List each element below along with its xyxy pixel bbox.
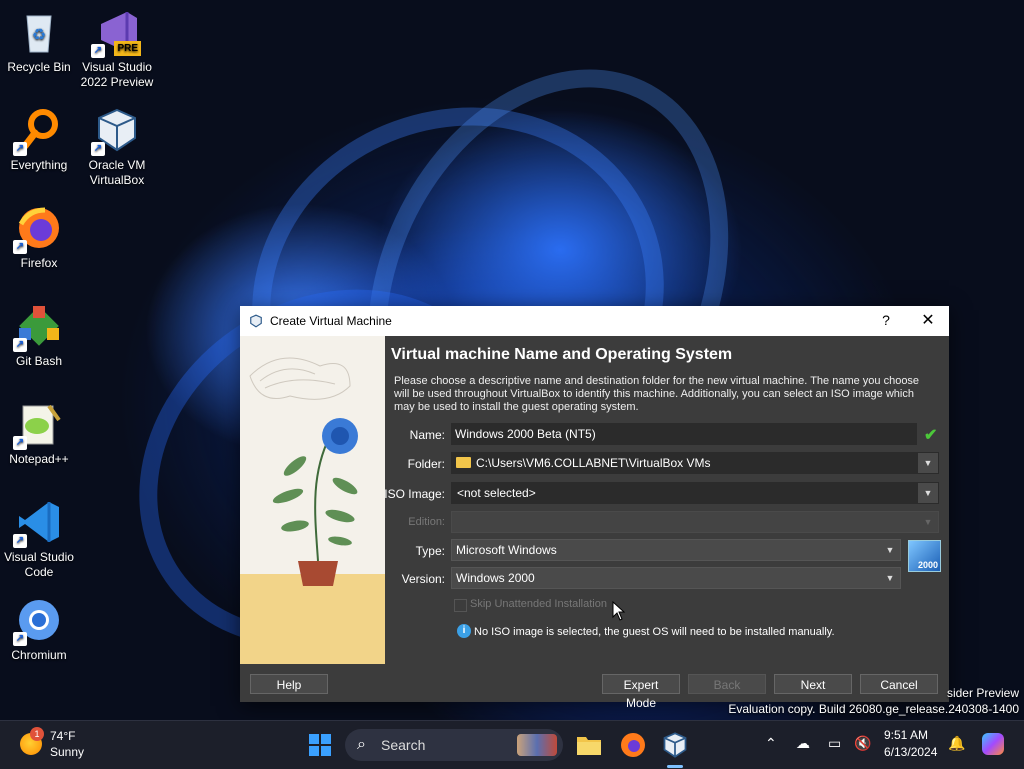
weather-temp: 74°F bbox=[50, 729, 76, 743]
name-label: Name: bbox=[409, 428, 445, 442]
chevron-down-icon[interactable]: ▼ bbox=[880, 540, 900, 560]
cloud-offline-icon[interactable]: ☁ bbox=[796, 735, 810, 752]
mouse-cursor-icon bbox=[612, 601, 626, 621]
start-button[interactable] bbox=[309, 734, 331, 756]
version-label: Version: bbox=[401, 572, 445, 586]
desktop-icon-everything[interactable]: ↗ Everything bbox=[0, 106, 78, 173]
vscode-icon: ↗ bbox=[13, 498, 63, 548]
git-bash-icon: ↗ bbox=[13, 302, 63, 352]
os-windows-2000-icon: 2000 bbox=[908, 540, 941, 572]
valid-check-icon: ✔ bbox=[924, 427, 938, 444]
type-combo[interactable]: Microsoft Windows ▼ bbox=[451, 539, 901, 561]
shortcut-arrow-icon: ↗ bbox=[13, 338, 27, 352]
iso-image-combo[interactable]: <not selected> ▼ bbox=[451, 482, 939, 504]
desktop-icon-visual-studio[interactable]: PRE ↗ Visual Studio 2022 Preview bbox=[78, 8, 156, 90]
everything-icon: ↗ bbox=[13, 106, 63, 156]
desktop-icon-label: Git Bash bbox=[15, 354, 63, 368]
help-button[interactable]: Help bbox=[250, 674, 328, 694]
volume-muted-icon[interactable]: 🔇 bbox=[854, 735, 871, 752]
back-button: Back bbox=[688, 674, 766, 694]
page-heading: Virtual machine Name and Operating Syste… bbox=[391, 346, 733, 363]
taskbar-search[interactable]: ⌕ Search bbox=[345, 729, 563, 761]
network-icon[interactable]: ▭ bbox=[828, 735, 841, 752]
desktop-icon-notepadpp[interactable]: ↗ Notepad++ bbox=[0, 400, 78, 467]
desktop-icon-label: Notepad++ bbox=[9, 452, 69, 466]
desktop-icon-label: Recycle Bin bbox=[7, 60, 71, 74]
weather-badge: 1 bbox=[30, 727, 44, 741]
type-label: Type: bbox=[415, 544, 445, 558]
preview-badge: PRE bbox=[114, 41, 141, 56]
weather-condition: Sunny bbox=[50, 745, 85, 759]
build-watermark-line1: sider Preview bbox=[946, 686, 1019, 700]
edition-combo: ▼ bbox=[451, 511, 939, 533]
folder-combo[interactable]: C:\Users\VM6.COLLABNET\VirtualBox VMs ▼ bbox=[451, 452, 939, 474]
taskbar: 1 74°F Sunny ⌕ Search ⌃ ☁ ▭ 🔇 9:51 AM 6/… bbox=[0, 720, 1024, 769]
search-highlight-image bbox=[517, 734, 557, 756]
search-placeholder: Search bbox=[381, 737, 426, 753]
build-watermark-line2: Evaluation copy. Build 26080.ge_release.… bbox=[728, 702, 1019, 716]
desktop-icon-label: Chromium bbox=[11, 648, 67, 662]
desktop-icon-label: Visual Studio 2022 Preview bbox=[80, 60, 154, 89]
clock-date[interactable]: 6/13/2024 bbox=[884, 745, 937, 759]
info-icon: i bbox=[457, 624, 471, 638]
iso-label: ISO Image: bbox=[384, 487, 445, 501]
close-icon[interactable]: ✕ bbox=[916, 310, 940, 330]
edition-label: Edition: bbox=[408, 516, 445, 528]
search-icon: ⌕ bbox=[357, 736, 366, 753]
file-explorer-icon[interactable] bbox=[575, 731, 603, 759]
desktop-icon-vscode[interactable]: ↗ Visual Studio Code bbox=[0, 498, 78, 580]
recycle-bin-icon: ♻ bbox=[15, 8, 63, 56]
copilot-icon[interactable] bbox=[982, 733, 1004, 755]
shortcut-arrow-icon: ↗ bbox=[13, 534, 27, 548]
help-icon[interactable]: ? bbox=[876, 312, 896, 328]
expert-mode-button[interactable]: Expert Mode bbox=[602, 674, 680, 710]
chevron-down-icon[interactable]: ▼ bbox=[918, 483, 938, 503]
create-vm-dialog: Create Virtual Machine ? ✕ Virtual machi… bbox=[240, 306, 949, 710]
virtualbox-taskbar-icon[interactable] bbox=[661, 731, 689, 759]
svg-text:♻: ♻ bbox=[32, 27, 46, 44]
chevron-down-icon[interactable]: ▼ bbox=[880, 568, 900, 588]
skip-unattended-checkbox bbox=[454, 599, 467, 612]
info-message: No ISO image is selected, the guest OS w… bbox=[474, 626, 835, 638]
shortcut-arrow-icon: ↗ bbox=[13, 436, 27, 450]
visual-studio-icon: PRE ↗ bbox=[91, 8, 141, 58]
desktop-icon-virtualbox[interactable]: ↗ Oracle VM VirtualBox bbox=[78, 106, 156, 188]
desktop-icon-recycle-bin[interactable]: ♻ Recycle Bin bbox=[0, 8, 78, 75]
desktop-icon-git-bash[interactable]: ↗ Git Bash bbox=[0, 302, 78, 369]
desktop-icon-firefox[interactable]: ↗ Firefox bbox=[0, 204, 78, 271]
notepadpp-icon: ↗ bbox=[13, 400, 63, 450]
chevron-down-icon[interactable]: ▼ bbox=[918, 453, 938, 473]
virtualbox-icon bbox=[249, 314, 263, 328]
dialog-title: Create Virtual Machine bbox=[270, 314, 392, 328]
page-description: Please choose a descriptive name and des… bbox=[394, 375, 920, 413]
shortcut-arrow-icon: ↗ bbox=[91, 44, 105, 58]
next-button[interactable]: Next bbox=[774, 674, 852, 694]
chevron-down-icon: ▼ bbox=[923, 517, 933, 527]
folder-label: Folder: bbox=[407, 457, 445, 471]
desktop-icon-label: Visual Studio Code bbox=[4, 550, 74, 579]
notification-bell-icon[interactable]: 🔔 bbox=[948, 735, 965, 752]
shortcut-arrow-icon: ↗ bbox=[13, 240, 27, 254]
firefox-icon: ↗ bbox=[13, 204, 63, 254]
dialog-titlebar[interactable]: Create Virtual Machine ? ✕ bbox=[240, 306, 949, 336]
desktop-icon-chromium[interactable]: ↗ Chromium bbox=[0, 596, 78, 663]
cancel-button[interactable]: Cancel bbox=[860, 674, 938, 694]
version-combo[interactable]: Windows 2000 ▼ bbox=[451, 567, 901, 589]
desktop-icon-label: Oracle VM VirtualBox bbox=[88, 158, 146, 187]
windows-logo-icon bbox=[309, 734, 319, 744]
folder-icon bbox=[456, 457, 471, 468]
shortcut-arrow-icon: ↗ bbox=[91, 142, 105, 156]
virtualbox-icon: ↗ bbox=[91, 106, 141, 156]
name-input[interactable]: Windows 2000 Beta (NT5) bbox=[451, 423, 917, 445]
clock-time[interactable]: 9:51 AM bbox=[884, 728, 928, 742]
desktop-icon-label: Firefox bbox=[20, 256, 58, 270]
shortcut-arrow-icon: ↗ bbox=[13, 632, 27, 646]
chevron-up-icon[interactable]: ⌃ bbox=[765, 735, 777, 752]
chromium-icon: ↗ bbox=[13, 596, 63, 646]
desktop-icon-label: Everything bbox=[10, 158, 68, 172]
shortcut-arrow-icon: ↗ bbox=[13, 142, 27, 156]
skip-unattended-label: Skip Unattended Installation bbox=[470, 598, 607, 610]
wizard-illustration bbox=[240, 336, 385, 664]
firefox-taskbar-icon[interactable] bbox=[619, 731, 647, 759]
